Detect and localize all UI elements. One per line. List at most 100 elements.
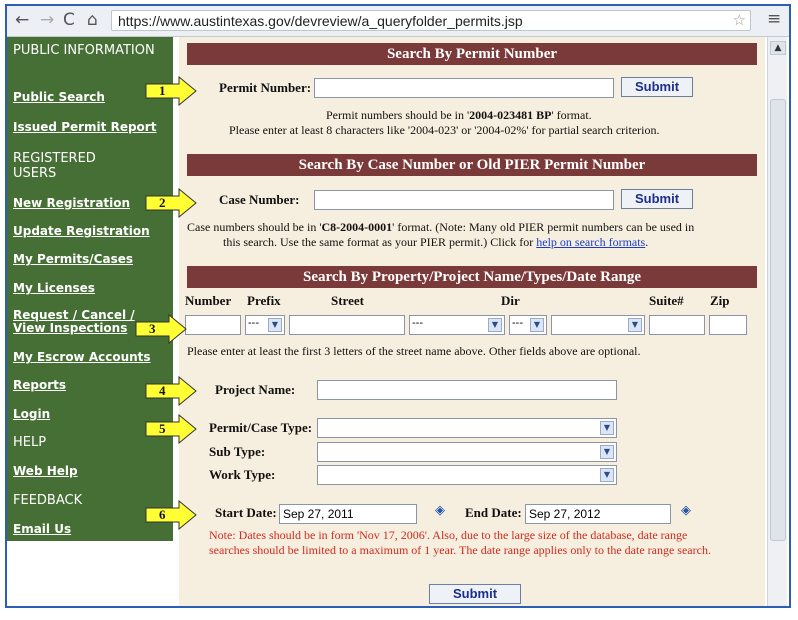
permit-partial-note: Please enter at least 8 characters like … [229,123,660,137]
sidebar-link-reports[interactable]: Reports [13,379,66,392]
sidebar-heading-registered-users: REGISTERED USERS [13,151,96,181]
start-date-input[interactable] [279,504,417,524]
permit-number-input[interactable] [314,78,614,98]
permit-case-type-select[interactable]: ▼ [317,418,617,438]
callout-number: 6 [159,507,166,522]
dir-select[interactable]: --- ▼ [509,315,547,335]
prefix-select-value: --- [248,317,259,329]
date-format-note-2: searches should be limited to a maximum … [209,543,711,557]
scroll-up-icon[interactable]: ▲ [770,41,786,55]
permit-submit-button[interactable]: Submit [621,77,693,97]
property-submit-button[interactable]: Submit [429,584,521,604]
sidebar-link-my-escrow-accounts[interactable]: My Escrow Accounts [13,351,151,364]
street-type-value: --- [412,317,423,329]
dir-suffix-select[interactable]: ▼ [551,315,645,335]
prefix-select[interactable]: --- ▼ [245,315,285,335]
sidebar-link-issued-permit-report[interactable]: Issued Permit Report [13,121,156,134]
sidebar-link-web-help[interactable]: Web Help [13,465,78,478]
chevron-down-icon: ▼ [600,468,614,482]
case-help-period: . [645,235,649,249]
url-text: https://www.austintexas.gov/devreview/a_… [118,13,523,29]
column-prefix-label: Prefix [247,293,281,308]
project-name-input[interactable] [317,380,617,400]
sidebar-link-my-permits[interactable]: My Permits/Cases [13,253,133,266]
forward-arrow-icon[interactable]: → [40,10,54,30]
case-help-note: this search. Use the same format as your… [223,235,648,250]
case-number-label: Case Number: [219,192,300,207]
date-format-note-1: Note: Dates should be in form 'Nov 17, 2… [209,528,688,542]
callout-arrow-1: 1 [145,76,197,106]
callout-number: 1 [159,83,166,98]
chevron-down-icon: ▼ [600,445,614,459]
browser-toolbar: ← → C ⌂ https://www.austintexas.gov/devr… [7,6,789,37]
sidebar-heading-help: HELP [13,435,47,450]
column-zip-label: Zip [710,293,730,308]
column-suite-label: Suite# [649,293,684,308]
work-type-label: Work Type: [209,467,276,482]
scrollbar-thumb[interactable] [770,99,786,541]
work-type-select[interactable]: ▼ [317,465,617,485]
callout-arrow-3: 3 [135,314,187,344]
search-form-area: Search By Permit Number Permit Number: S… [179,37,765,606]
menu-icon[interactable]: ≡ [767,9,781,29]
case-number-input[interactable] [314,190,614,210]
chevron-down-icon: ▼ [600,421,614,435]
permit-case-type-label: Permit/Case Type: [209,420,313,435]
sidebar-link-login[interactable]: Login [13,408,50,421]
case-help-text: this search. Use the same format as your… [223,235,534,249]
chevron-down-icon: ▼ [488,318,502,332]
end-date-input[interactable] [525,504,671,524]
street-type-select[interactable]: --- ▼ [409,315,505,335]
callout-number: 3 [149,321,156,336]
column-street-label: Street [331,293,364,308]
chevron-down-icon: ▼ [628,318,642,332]
callout-number: 5 [159,421,166,436]
case-format-note: Case numbers should be in 'C8-2004-0001'… [187,220,694,235]
back-arrow-icon[interactable]: ← [15,10,29,30]
dir-select-value: --- [512,317,523,329]
vertical-scrollbar[interactable]: ▲ [767,37,787,606]
callout-number: 4 [159,383,166,398]
sidebar-link-my-licenses[interactable]: My Licenses [13,282,95,295]
sidebar-link-new-registration[interactable]: New Registration [13,197,130,210]
help-search-formats-link[interactable]: help on search formats [536,235,645,249]
suite-input[interactable] [649,315,705,335]
calendar-icon[interactable]: ◈ [681,503,691,518]
sidebar-link-email-us[interactable]: Email Us [13,523,71,536]
sub-type-label: Sub Type: [209,444,266,459]
section-header-permit-number: Search By Permit Number [187,43,757,65]
callout-arrow-5: 5 [145,414,197,444]
browser-window: ← → C ⌂ https://www.austintexas.gov/devr… [5,4,791,608]
permit-number-label: Permit Number: [219,80,312,95]
sidebar-link-public-search[interactable]: Public Search [13,91,105,104]
end-date-label: End Date: [465,505,522,520]
chevron-down-icon: ▼ [268,318,282,332]
sidebar-link-update-registration[interactable]: Update Registration [13,225,150,238]
reload-icon[interactable]: C [63,10,75,30]
bookmark-star-icon[interactable]: ☆ [733,11,746,29]
column-number-label: Number [185,293,232,308]
start-date-label: Start Date: [215,505,277,520]
case-submit-button[interactable]: Submit [621,189,693,209]
sidebar-heading-feedback: FEEDBACK [13,493,83,508]
permit-format-note: Permit numbers should be in '2004-023481… [326,108,592,123]
permit-note-text-end: ' format. [551,108,592,122]
case-note-text: Case numbers should be in ' [187,220,322,234]
home-icon[interactable]: ⌂ [87,10,98,30]
section-header-case-number: Search By Case Number or Old PIER Permit… [187,154,757,176]
callout-arrow-2: 2 [145,188,197,218]
callout-arrow-6: 6 [145,500,197,530]
chevron-down-icon: ▼ [530,318,544,332]
section-header-property: Search By Property/Project Name/Types/Da… [187,266,757,288]
address-bar[interactable]: https://www.austintexas.gov/devreview/a_… [111,10,751,31]
street-number-input[interactable] [185,315,241,335]
sub-type-select[interactable]: ▼ [317,442,617,462]
sidebar-link-request-inspections-2[interactable]: View Inspections [13,322,127,335]
street-name-input[interactable] [289,315,405,335]
permit-note-text: Permit numbers should be in ' [326,108,470,122]
street-name-note: Please enter at least the first 3 letter… [187,344,641,358]
case-note-example: C8-2004-0001 [321,220,393,234]
callout-number: 2 [159,195,166,210]
calendar-icon[interactable]: ◈ [435,503,445,518]
zip-input[interactable] [709,315,747,335]
